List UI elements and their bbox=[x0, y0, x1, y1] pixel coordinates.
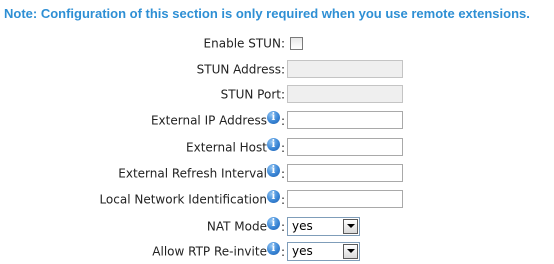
stun-port-input[interactable] bbox=[287, 85, 403, 103]
info-icon[interactable]: i bbox=[266, 111, 280, 124]
allow-rtp-select[interactable]: yes bbox=[287, 242, 360, 261]
nat-mode-label: NAT Mode i: bbox=[206, 217, 285, 234]
external-ip-row: External IP Address i: bbox=[0, 110, 554, 130]
info-icon[interactable]: i bbox=[266, 138, 280, 151]
external-refresh-label: External Refresh Interval i: bbox=[118, 164, 285, 181]
info-icon[interactable]: i bbox=[266, 190, 280, 203]
nat-mode-value: yes bbox=[292, 219, 313, 233]
local-network-label: Local Network Identification i: bbox=[99, 190, 285, 207]
enable-stun-label: Enable STUN: bbox=[203, 36, 285, 51]
stun-port-label: STUN Port: bbox=[220, 87, 285, 102]
allow-rtp-row: Allow RTP Re-invite i: yes bbox=[0, 241, 554, 261]
info-icon[interactable]: i bbox=[266, 217, 280, 230]
stun-address-label: STUN Address: bbox=[196, 62, 285, 77]
enable-stun-checkbox[interactable] bbox=[290, 37, 303, 50]
nat-mode-row: NAT Mode i: yes bbox=[0, 216, 554, 236]
local-network-input[interactable] bbox=[287, 190, 403, 208]
section-note: Note: Configuration of this section is o… bbox=[4, 6, 530, 21]
stun-port-row: STUN Port: bbox=[0, 84, 554, 104]
info-icon[interactable]: i bbox=[266, 242, 280, 255]
chevron-down-icon[interactable] bbox=[343, 219, 358, 234]
allow-rtp-label: Allow RTP Re-invite i: bbox=[152, 242, 285, 259]
external-ip-label: External IP Address i: bbox=[150, 111, 285, 128]
external-host-input[interactable] bbox=[287, 138, 403, 156]
external-refresh-row: External Refresh Interval i: bbox=[0, 163, 554, 183]
nat-mode-select[interactable]: yes bbox=[287, 217, 360, 236]
stun-address-row: STUN Address: bbox=[0, 59, 554, 79]
external-host-label: External Host i: bbox=[186, 138, 285, 155]
chevron-down-icon[interactable] bbox=[343, 244, 358, 259]
external-host-row: External Host i: bbox=[0, 137, 554, 157]
external-ip-input[interactable] bbox=[287, 111, 403, 129]
local-network-row: Local Network Identification i: bbox=[0, 189, 554, 209]
info-icon[interactable]: i bbox=[266, 164, 280, 177]
allow-rtp-value: yes bbox=[292, 244, 313, 258]
stun-address-input[interactable] bbox=[287, 60, 403, 78]
enable-stun-row: Enable STUN: bbox=[0, 33, 554, 53]
external-refresh-input[interactable] bbox=[287, 164, 403, 182]
